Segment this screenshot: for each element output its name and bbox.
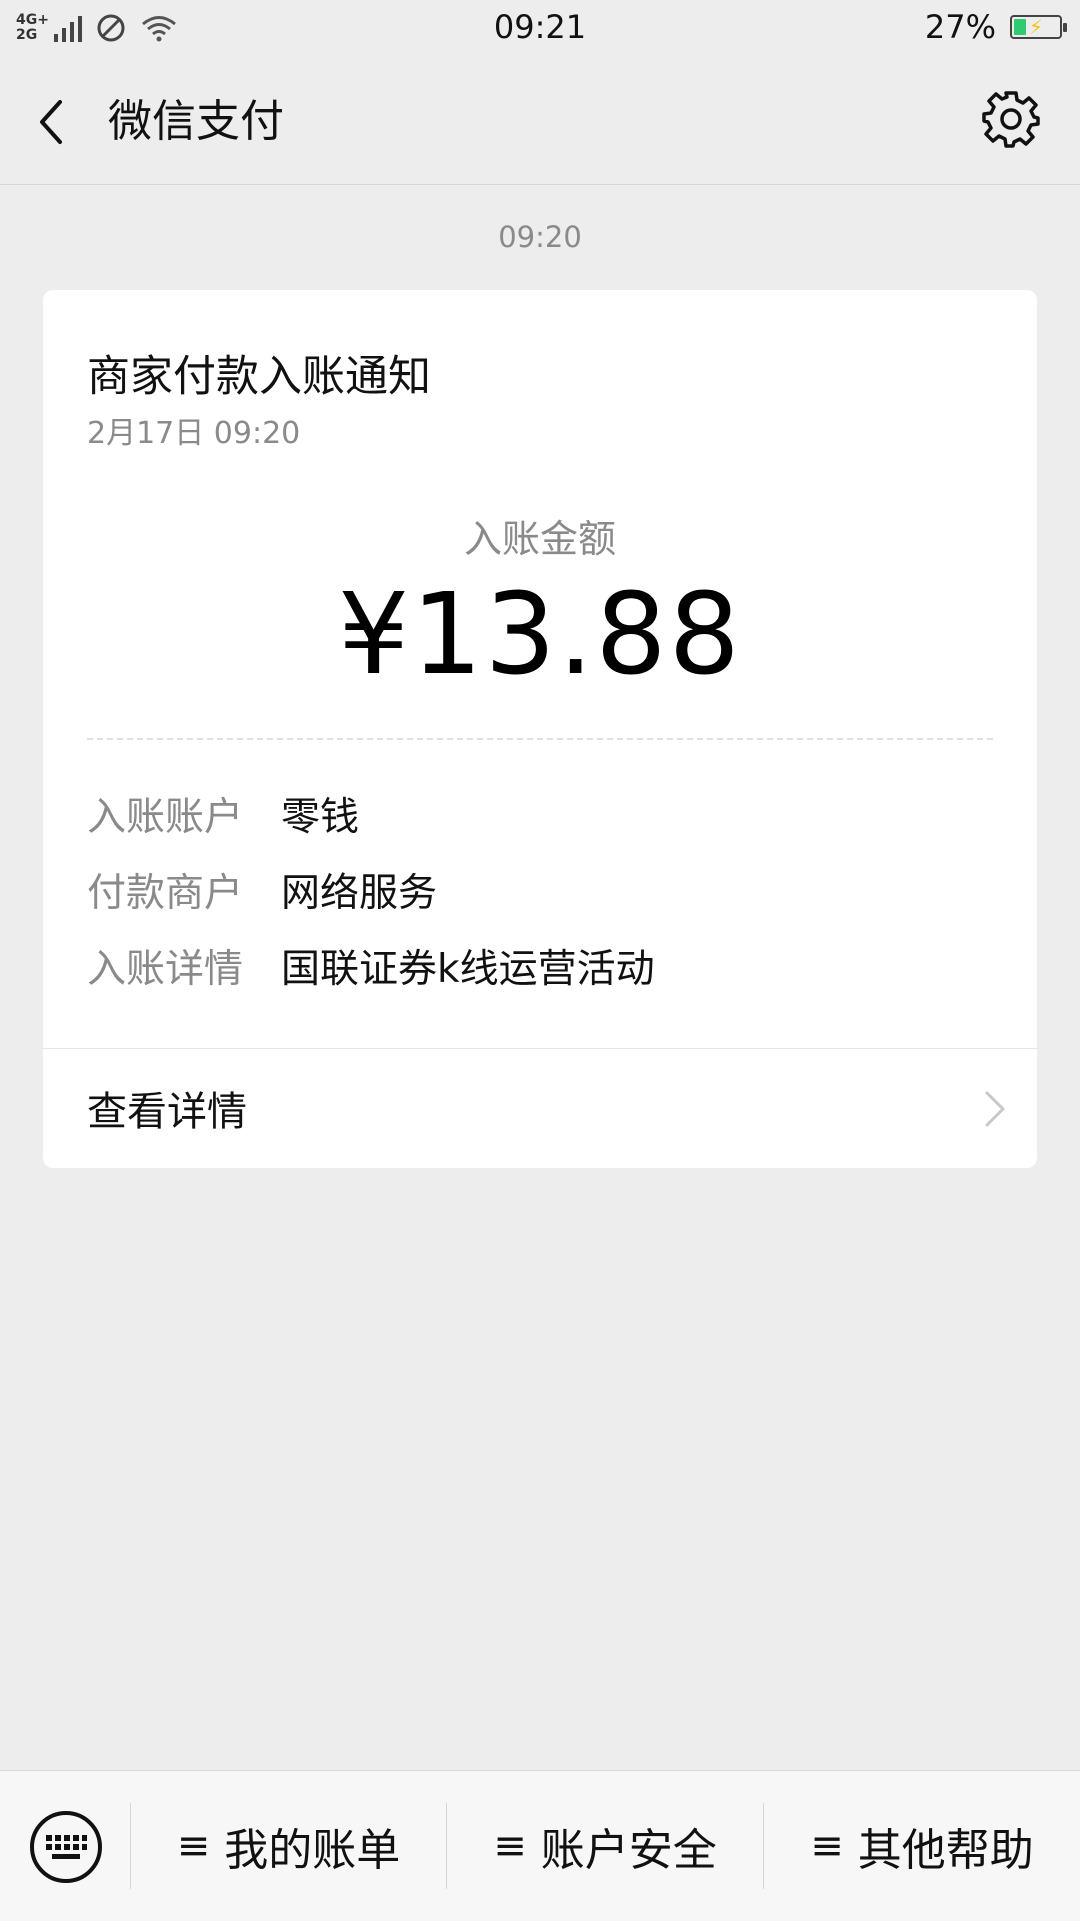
menu-my-bills[interactable]: ≡ 我的账单 — [131, 1771, 446, 1921]
detail-row-account: 入账账户 零钱 — [87, 784, 359, 844]
clock: 09:21 — [493, 8, 587, 46]
detail-key: 入账详情 — [87, 947, 244, 992]
status-right: 27% ⚡ — [924, 8, 1067, 46]
detail-row-description: 入账详情 国联证券k线运营活动 — [87, 936, 655, 996]
nav-bar: 微信支付 — [0, 56, 1080, 185]
menu-account-security[interactable]: ≡ 账户安全 — [447, 1771, 763, 1921]
status-bar: 4G+ 2G 09:21 27% ⚡ — [0, 0, 1080, 56]
amount-value: ¥13.88 — [338, 570, 742, 700]
detail-key: 付款商户 — [87, 871, 244, 916]
detail-value: 网络服务 — [281, 871, 438, 916]
battery-icon: ⚡ — [1010, 15, 1067, 39]
amount-label: 入账金额 — [463, 517, 616, 561]
back-button[interactable] — [30, 92, 80, 152]
message-timestamp: 09:20 — [498, 220, 582, 254]
keyboard-toggle-button[interactable] — [28, 1809, 104, 1885]
detail-key: 入账账户 — [87, 795, 244, 840]
chevron-right-icon — [985, 1091, 1005, 1127]
menu-label: 其他帮助 — [857, 1825, 1034, 1876]
settings-button[interactable] — [980, 88, 1042, 150]
gear-icon — [982, 91, 1040, 148]
charging-icon: ⚡ — [1028, 15, 1044, 39]
menu-icon: ≡ — [810, 1823, 844, 1869]
notification-date: 2月17日 09:20 — [87, 416, 301, 451]
bottom-menu-bar: ≡ 我的账单 ≡ 账户安全 ≡ 其他帮助 — [0, 1770, 1080, 1921]
detail-value: 零钱 — [281, 795, 360, 840]
menu-icon: ≡ — [493, 1823, 527, 1869]
view-details-label: 查看详情 — [87, 1089, 247, 1135]
detail-row-merchant: 付款商户 网络服务 — [87, 860, 437, 920]
page-title: 微信支付 — [108, 96, 284, 147]
chevron-left-icon — [40, 100, 62, 144]
menu-label: 我的账单 — [224, 1825, 401, 1876]
menu-label: 账户安全 — [540, 1825, 717, 1876]
payment-notification-card: 商家付款入账通知 2月17日 09:20 入账金额 ¥13.88 入账账户 零钱… — [43, 290, 1037, 1168]
view-details-link[interactable]: 查看详情 — [43, 1049, 1037, 1168]
menu-icon: ≡ — [176, 1823, 211, 1869]
dashed-divider — [87, 738, 993, 740]
menu-other-help[interactable]: ≡ 其他帮助 — [764, 1771, 1080, 1921]
keyboard-icon — [30, 1811, 102, 1883]
detail-value: 国联证券k线运营活动 — [281, 947, 655, 992]
notification-title: 商家付款入账通知 — [87, 352, 431, 402]
battery-percent: 27% — [924, 8, 996, 46]
